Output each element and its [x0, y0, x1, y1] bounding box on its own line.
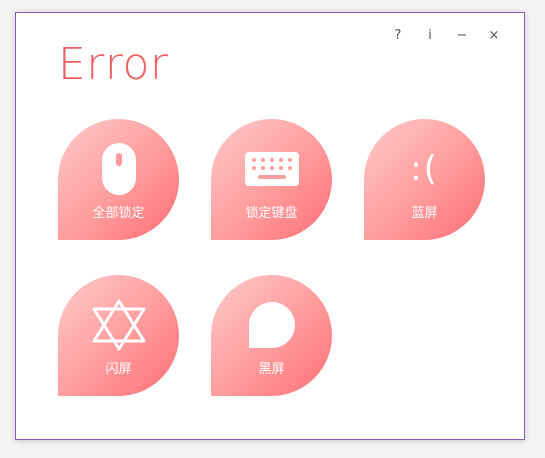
lock-keyboard-tile[interactable]: 锁定键盘 [211, 119, 332, 240]
window-controls: ? i − × [382, 25, 510, 45]
page-title: Error [58, 39, 169, 90]
app-window: ? i − × Error 全部锁定 锁定键盘:(蓝屏 闪屏 黑屏 [15, 12, 525, 440]
minimize-button[interactable]: − [446, 25, 478, 45]
black-screen-tile[interactable]: 黑屏 [211, 275, 332, 396]
tile-label: 闪屏 [105, 362, 132, 377]
mouse-icon [58, 141, 179, 197]
speech-bubble-icon [211, 297, 332, 353]
hexagram-icon [58, 297, 179, 353]
info-button[interactable]: i [414, 25, 446, 45]
close-button[interactable]: × [478, 25, 510, 45]
lock-all-tile[interactable]: 全部锁定 [58, 119, 179, 240]
tile-label: 黑屏 [258, 362, 285, 377]
sad-face-glyph: :( [410, 149, 439, 189]
tile-label: 蓝屏 [411, 206, 438, 221]
tile-label: 全部锁定 [92, 206, 145, 221]
sad-face-icon: :( [364, 141, 485, 197]
tile-label: 锁定键盘 [245, 206, 298, 221]
blue-screen-tile[interactable]: :( 蓝屏 [364, 119, 485, 240]
keyboard-icon [211, 141, 332, 197]
flash-screen-tile[interactable]: 闪屏 [58, 275, 179, 396]
help-button[interactable]: ? [382, 25, 414, 45]
